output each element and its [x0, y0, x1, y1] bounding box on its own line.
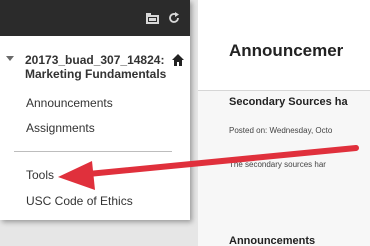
collapse-arrow-icon[interactable]: [6, 56, 14, 61]
course-menu-panel: 20173_buad_307_14824: Marketing Fundamen…: [0, 0, 190, 220]
sidebar-item-announcements[interactable]: Announcements: [26, 96, 113, 110]
page-title: Announcemer: [229, 41, 344, 60]
content-header: Announcemer: [198, 0, 370, 91]
announcement-posted-date: Posted on: Wednesday, Octo: [229, 126, 333, 135]
course-menu-toolbar: [0, 0, 190, 36]
sidebar-item-assignments[interactable]: Assignments: [26, 121, 95, 135]
refresh-icon[interactable]: [167, 12, 181, 24]
announcement-title: Secondary Sources ha: [229, 96, 348, 108]
announcement-body: The secondary sources har: [229, 160, 326, 169]
home-icon[interactable]: [172, 54, 184, 66]
menu-divider: [14, 151, 172, 152]
sidebar-item-usc-code-of-ethics[interactable]: USC Code of Ethics: [26, 194, 133, 208]
main-content: Announcemer Secondary Sources ha Posted …: [198, 0, 370, 246]
announcements-section-heading: Announcements: [229, 235, 316, 246]
course-title[interactable]: 20173_buad_307_14824: Marketing Fundamen…: [25, 53, 173, 81]
sidebar-item-tools[interactable]: Tools: [26, 168, 54, 182]
folder-icon[interactable]: [145, 12, 159, 24]
